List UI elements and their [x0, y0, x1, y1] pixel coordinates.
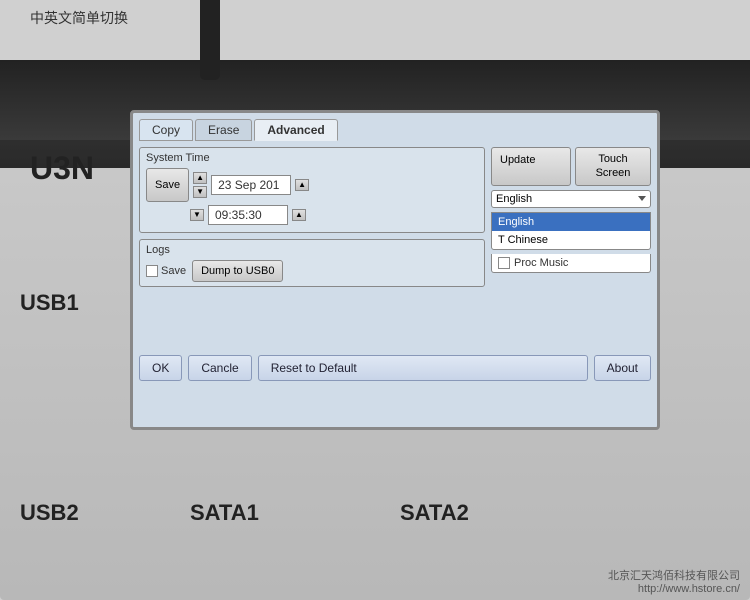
- cancel-button[interactable]: Cancle: [188, 355, 251, 381]
- touch-screen-button[interactable]: Touch Screen: [575, 147, 651, 186]
- proc-music-label: Proc Music: [514, 257, 568, 269]
- dropdown-arrow-icon: [638, 196, 646, 201]
- tabs-row: Copy Erase Advanced: [139, 119, 651, 141]
- proc-music-row: Proc Music: [491, 254, 651, 273]
- language-dropdown[interactable]: English: [491, 190, 651, 208]
- logs-label: Logs: [146, 244, 478, 256]
- tab-advanced[interactable]: Advanced: [254, 119, 337, 141]
- top-annotation: 中英文简单切换: [30, 8, 128, 28]
- usb1-label: USB1: [20, 290, 79, 316]
- logs-save-text: Save: [161, 265, 186, 277]
- ok-button[interactable]: OK: [139, 355, 182, 381]
- logs-save-checkbox-label: Save: [146, 265, 186, 277]
- content-area: System Time Save ▲ ▼ 23 Sep 201 ▲ ▼: [139, 147, 651, 347]
- cable: [200, 0, 220, 80]
- tab-erase[interactable]: Erase: [195, 119, 252, 141]
- reset-button[interactable]: Reset to Default: [258, 355, 588, 381]
- time-row: ▼ 09:35:30 ▲: [146, 205, 478, 225]
- language-option-english[interactable]: English: [492, 213, 650, 231]
- company-info: 北京汇天鸿佰科技有限公司 http://www.hstore.cn/: [608, 567, 740, 595]
- bottom-buttons: OK Cancle Reset to Default About: [139, 355, 651, 381]
- date-down-arrow[interactable]: ▼: [193, 186, 207, 198]
- time-right-arrow[interactable]: ▲: [292, 209, 306, 221]
- screen-ui: Copy Erase Advanced System Time Save ▲ ▼: [133, 113, 657, 427]
- date-row: Save ▲ ▼ 23 Sep 201 ▲: [146, 168, 478, 202]
- annotation-text: 中英文简单切换: [30, 10, 128, 26]
- date-display: 23 Sep 201: [211, 175, 291, 195]
- touch-screen-label: Touch Screen: [596, 153, 631, 179]
- date-up-arrow[interactable]: ▲: [193, 172, 207, 184]
- tab-copy[interactable]: Copy: [139, 119, 193, 141]
- time-up-arrow[interactable]: ▼: [190, 209, 204, 221]
- date-arrows: ▲ ▼: [193, 172, 207, 198]
- date-right-arrow[interactable]: ▲: [295, 179, 309, 191]
- right-top-row: Update Touch Screen: [491, 147, 651, 186]
- usb2-label: USB2: [20, 500, 79, 526]
- about-button[interactable]: About: [594, 355, 651, 381]
- update-button[interactable]: Update: [491, 147, 571, 186]
- dump-button[interactable]: Dump to USB0: [192, 260, 283, 282]
- sata1-label: SATA1: [190, 500, 259, 526]
- sata2-label: SATA2: [400, 500, 469, 526]
- right-panel: Update Touch Screen English English T Ch…: [491, 147, 651, 347]
- language-option-chinese[interactable]: T Chinese: [492, 231, 650, 249]
- company-url: http://www.hstore.cn/: [608, 583, 740, 595]
- logs-save-checkbox[interactable]: [146, 265, 158, 277]
- proc-music-checkbox[interactable]: [498, 257, 510, 269]
- device-model-label: U3N: [30, 150, 94, 187]
- left-panel: System Time Save ▲ ▼ 23 Sep 201 ▲ ▼: [139, 147, 485, 347]
- logs-group: Logs Save Dump to USB0: [139, 239, 485, 287]
- logs-row: Save Dump to USB0: [146, 260, 478, 282]
- time-arrows: ▼: [190, 209, 204, 221]
- system-time-label: System Time: [146, 152, 478, 164]
- save-button[interactable]: Save: [146, 168, 189, 202]
- company-name: 北京汇天鸿佰科技有限公司: [608, 567, 740, 583]
- language-dropdown-list: English T Chinese: [491, 212, 651, 250]
- time-display: 09:35:30: [208, 205, 288, 225]
- system-time-group: System Time Save ▲ ▼ 23 Sep 201 ▲ ▼: [139, 147, 485, 233]
- screen: Copy Erase Advanced System Time Save ▲ ▼: [130, 110, 660, 430]
- language-selected-text: English: [496, 193, 532, 205]
